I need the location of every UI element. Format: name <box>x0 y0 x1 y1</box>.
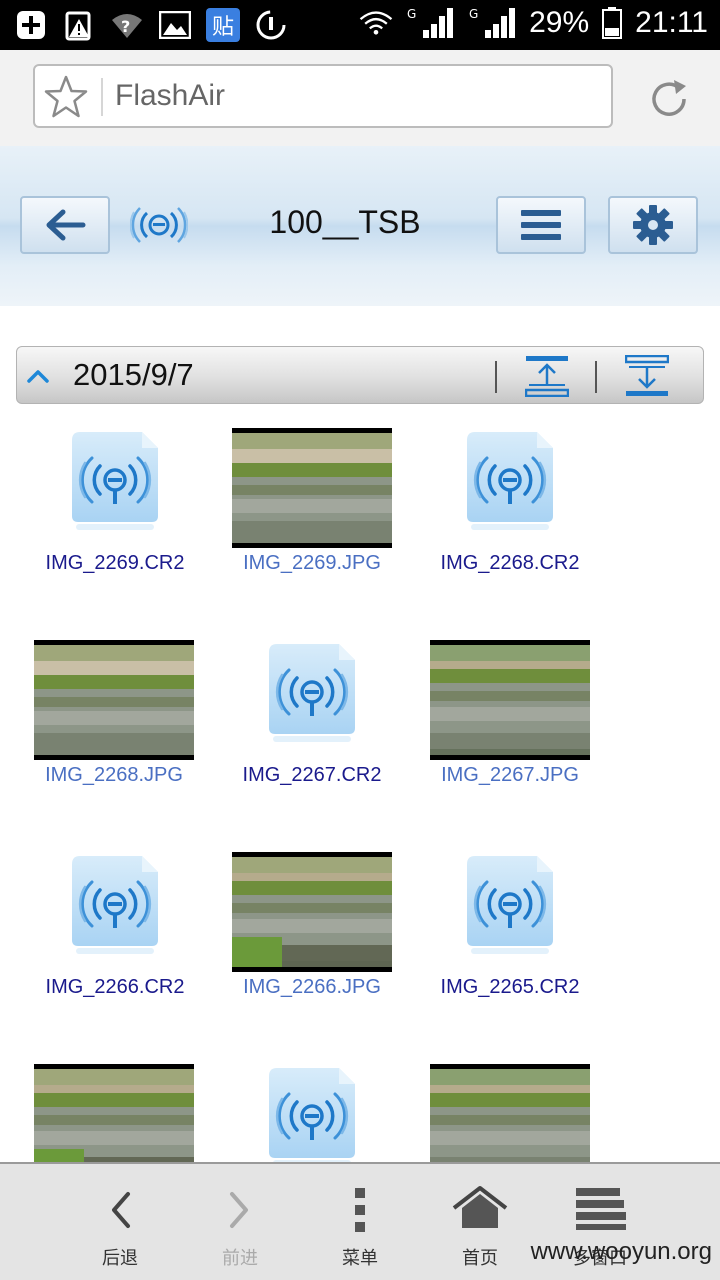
photo-thumbnail[interactable] <box>232 852 392 972</box>
gear-icon <box>633 205 673 245</box>
url-field[interactable]: FlashAir <box>33 64 613 128</box>
raw-file-icon <box>465 854 555 960</box>
photo-thumbnail[interactable] <box>232 428 392 548</box>
home-icon <box>450 1182 510 1238</box>
divider <box>495 361 497 393</box>
download-icon[interactable] <box>624 354 670 397</box>
date-group-bar[interactable]: 2015/9/7 <box>16 346 704 404</box>
raw-file-icon <box>267 1066 357 1162</box>
file-item[interactable]: IMG_2266.JPG <box>213 834 411 1046</box>
star-icon[interactable] <box>43 74 89 120</box>
file-name[interactable]: IMG_2269.JPG <box>213 552 411 575</box>
warning-icon <box>62 8 96 42</box>
wifi-question-icon: ? <box>110 8 144 42</box>
forward-nav-button[interactable]: 前进 <box>180 1164 300 1280</box>
file-name[interactable]: IMG_2269.CR2 <box>16 552 214 575</box>
image-icon <box>158 8 192 42</box>
divider <box>595 361 597 393</box>
home-label: 首页 <box>462 1248 498 1269</box>
svg-text:贴: 贴 <box>212 15 234 40</box>
file-item[interactable]: IMG_2269.CR2 <box>16 410 214 622</box>
chevron-right-icon <box>210 1182 270 1238</box>
date-label: 2015/9/7 <box>73 357 194 392</box>
raw-file-icon <box>465 430 555 536</box>
file-item[interactable]: IMG_2268.CR2 <box>411 410 609 622</box>
back-arrow-icon <box>46 209 86 241</box>
clock: 21:11 <box>635 6 708 39</box>
file-grid: IMG_2269.CR2 IMG_2269.JPG IMG_2268.CR2 I… <box>0 410 720 1162</box>
file-item[interactable]: IMG_2267.CR2 <box>213 622 411 834</box>
file-item[interactable] <box>213 1046 411 1162</box>
file-item[interactable]: IMG_2267.JPG <box>411 622 609 834</box>
url-text[interactable]: FlashAir <box>115 79 225 113</box>
more-vertical-icon <box>330 1182 390 1238</box>
signal-g-icon: G <box>405 6 455 40</box>
file-name[interactable]: IMG_2267.JPG <box>411 764 609 787</box>
collapse-chevron-icon[interactable] <box>23 363 53 387</box>
file-name[interactable]: IMG_2267.CR2 <box>213 764 411 787</box>
status-bar: ? 贴 G G 29% 21:11 <box>0 0 720 50</box>
file-item[interactable]: IMG_2268.JPG <box>15 622 213 834</box>
watermark: www.wooyun.org <box>530 1238 712 1265</box>
file-name[interactable]: IMG_2268.JPG <box>15 764 213 787</box>
windows-stack-icon <box>570 1182 630 1238</box>
battery-percent: 29% <box>529 6 590 39</box>
file-item[interactable]: IMG_2269.JPG <box>213 410 411 622</box>
menu-label: 菜单 <box>342 1248 378 1269</box>
upload-icon[interactable] <box>524 355 570 398</box>
browser-url-bar: FlashAir <box>0 50 720 147</box>
photo-thumbnail[interactable] <box>34 1064 194 1162</box>
svg-text:?: ? <box>121 17 130 36</box>
home-nav-button[interactable]: 首页 <box>420 1164 540 1280</box>
menu-button[interactable] <box>496 196 586 254</box>
reload-icon[interactable] <box>646 76 692 122</box>
file-name[interactable]: IMG_2266.JPG <box>213 976 411 999</box>
file-item[interactable] <box>15 1046 213 1162</box>
file-item[interactable] <box>411 1046 609 1162</box>
raw-file-icon <box>70 430 160 536</box>
file-name[interactable]: IMG_2265.CR2 <box>411 976 609 999</box>
baidu-tieba-icon: 贴 <box>206 8 240 42</box>
url-divider <box>101 78 103 116</box>
app-header: 100__TSB <box>0 146 720 306</box>
raw-file-icon <box>267 642 357 748</box>
clean-icon <box>254 8 288 42</box>
file-item[interactable]: IMG_2266.CR2 <box>16 834 214 1046</box>
photo-thumbnail[interactable] <box>430 640 590 760</box>
file-name[interactable]: IMG_2268.CR2 <box>411 552 609 575</box>
add-notification-icon <box>14 8 48 42</box>
back-button[interactable] <box>20 196 110 254</box>
svg-text:G: G <box>407 7 416 21</box>
back-label: 后退 <box>102 1248 138 1269</box>
settings-button[interactable] <box>608 196 698 254</box>
file-name[interactable]: IMG_2266.CR2 <box>16 976 214 999</box>
back-nav-button[interactable]: 后退 <box>60 1164 180 1280</box>
signal-g-icon: G <box>467 6 517 40</box>
photo-thumbnail[interactable] <box>430 1064 590 1162</box>
file-item[interactable]: IMG_2265.CR2 <box>411 834 609 1046</box>
menu-nav-button[interactable]: 菜单 <box>300 1164 420 1280</box>
folder-title: 100__TSB <box>269 204 421 240</box>
browser-bottom-bar: 后退 前进 菜单 首页 多窗口 www.wooyun.org <box>0 1162 720 1280</box>
chevron-left-icon <box>90 1182 150 1238</box>
wifi-icon <box>359 6 393 40</box>
flashair-logo-icon <box>129 202 189 248</box>
forward-label: 前进 <box>222 1248 258 1269</box>
hamburger-icon <box>521 210 561 240</box>
svg-text:G: G <box>469 7 478 21</box>
raw-file-icon <box>70 854 160 960</box>
battery-icon <box>601 6 623 40</box>
photo-thumbnail[interactable] <box>34 640 194 760</box>
